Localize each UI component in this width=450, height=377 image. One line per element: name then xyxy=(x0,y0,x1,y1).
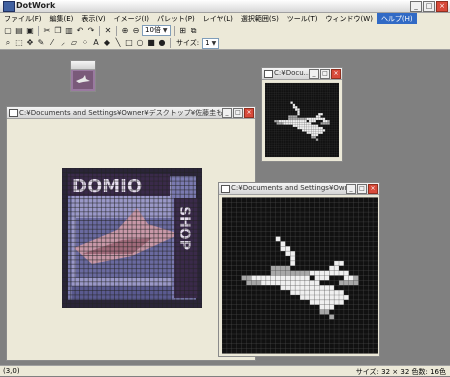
delete-icon[interactable]: ✕ xyxy=(103,26,113,36)
status-bar: (3,0) サイズ: 32 × 32 色数: 16色 xyxy=(0,365,450,376)
maximize-button[interactable]: □ xyxy=(320,69,330,79)
menu-image[interactable]: イメージ(I) xyxy=(110,13,153,24)
image-info: サイズ: 32 × 32 色数: 16色 xyxy=(355,368,446,376)
filled-rectangle-icon[interactable]: ■ xyxy=(146,38,156,48)
toolbar-separator xyxy=(170,38,171,48)
maximize-button[interactable]: □ xyxy=(357,184,367,194)
app-titlebar: DotWork _ □ × xyxy=(0,0,450,13)
main-canvas-area[interactable]: DOMIO SHOP xyxy=(10,120,252,357)
document-icon xyxy=(221,185,230,193)
spray-icon[interactable]: ⁘ xyxy=(80,38,90,48)
menu-file[interactable]: ファイル(F) xyxy=(0,13,46,24)
undo-icon[interactable]: ↶ xyxy=(75,26,85,36)
minimize-button[interactable]: _ xyxy=(346,184,356,194)
toolbar-separator xyxy=(116,25,117,36)
minimize-button[interactable]: _ xyxy=(309,69,319,79)
chevron-down-icon: ▼ xyxy=(211,39,217,47)
size-label: サイズ: xyxy=(176,39,200,47)
close-button[interactable]: × xyxy=(331,69,341,79)
line-icon[interactable]: ╲ xyxy=(113,38,123,48)
front-canvas-area[interactable] xyxy=(222,196,378,355)
app-icon xyxy=(3,1,15,12)
maximize-button[interactable]: □ xyxy=(233,108,243,118)
new-file-icon[interactable]: ▢ xyxy=(3,26,13,36)
cut-icon[interactable]: ✂ xyxy=(42,26,52,36)
redo-icon[interactable]: ↷ xyxy=(86,26,96,36)
menu-help[interactable]: ヘルプ(H) xyxy=(376,13,417,24)
toolbar-separator xyxy=(99,25,100,36)
eraser-icon[interactable]: ▱ xyxy=(69,38,79,48)
menu-window[interactable]: ウィンドウ(W) xyxy=(322,13,377,24)
thumbnail-window[interactable] xyxy=(70,60,96,92)
size-select[interactable]: 1 ▼ xyxy=(202,37,220,49)
small-image-window[interactable]: C:¥Docu... _ □ × xyxy=(261,67,343,162)
menu-selection[interactable]: 選択範囲(S) xyxy=(237,13,283,24)
zoom-select[interactable]: 10倍 ▼ xyxy=(142,25,171,36)
chevron-down-icon: ▼ xyxy=(162,27,168,34)
close-button[interactable]: × xyxy=(368,184,378,194)
app-title: DotWork xyxy=(16,1,56,10)
menu-view[interactable]: 表示(V) xyxy=(77,13,109,24)
thumbnail-titlebar[interactable] xyxy=(71,61,95,70)
fill-icon[interactable]: ◆ xyxy=(102,38,112,48)
small-window-titlebar[interactable]: C:¥Docu... _ □ × xyxy=(262,68,342,80)
document-icon xyxy=(264,70,273,78)
menu-tools[interactable]: ツール(T) xyxy=(283,13,322,24)
move-icon[interactable]: ✥ xyxy=(25,38,35,48)
zoom-in-icon[interactable]: ⊕ xyxy=(120,26,130,36)
front-pixel-canvas[interactable] xyxy=(222,196,378,355)
pencil-icon[interactable]: ✎ xyxy=(36,38,46,48)
text-icon[interactable]: A xyxy=(91,38,101,48)
main-toolbar: ▢ ▤ ▣ ✂ ❐ ▥ ↶ ↷ ✕ ⊕ ⊖ 10倍 ▼ ⊞ ⧉ xyxy=(0,24,450,37)
small-pixel-canvas[interactable] xyxy=(265,81,339,159)
grid-icon[interactable]: ⊞ xyxy=(178,26,188,36)
cursor-position: (3,0) xyxy=(3,367,20,375)
main-pixel-canvas[interactable]: DOMIO SHOP xyxy=(62,168,202,308)
magnifier-icon[interactable]: ⌕ xyxy=(3,38,13,48)
thumbnail-preview xyxy=(73,71,93,89)
small-canvas-area[interactable] xyxy=(265,81,339,158)
main-window-titlebar[interactable]: C:¥Documents and Settings¥Owner¥デスクトップ¥佐… xyxy=(7,107,255,119)
rectangle-icon[interactable]: □ xyxy=(124,38,134,48)
ellipse-icon[interactable]: ○ xyxy=(135,38,145,48)
close-button[interactable]: × xyxy=(244,108,254,118)
size-value: 1 xyxy=(205,38,210,47)
toolbar-separator xyxy=(173,25,175,36)
menu-layer[interactable]: レイヤ(L) xyxy=(199,13,237,24)
close-button[interactable]: × xyxy=(436,1,448,12)
zoom-value: 10倍 xyxy=(145,26,161,34)
open-folder-icon[interactable]: ▤ xyxy=(14,26,24,36)
tools-toolbar: ⌕ ⬚ ✥ ✎ ⁄ ⸝ ▱ ⁘ A ◆ ╲ □ ○ ■ ● サイズ: 1 ▼ xyxy=(0,37,450,50)
toolbar-separator xyxy=(38,25,39,36)
menu-bar: ファイル(F) 編集(E) 表示(V) イメージ(I) パレット(P) レイヤ(… xyxy=(0,13,450,24)
maximize-button[interactable]: □ xyxy=(423,1,435,12)
document-icon xyxy=(9,109,18,117)
menu-edit[interactable]: 編集(E) xyxy=(46,13,78,24)
front-window-title: C:¥Documents and Settings¥Own... xyxy=(231,184,349,192)
minimize-button[interactable]: _ xyxy=(410,1,422,12)
copy-icon[interactable]: ❐ xyxy=(53,26,63,36)
window-icon[interactable]: ⧉ xyxy=(189,26,199,36)
brush-icon[interactable]: ⁄ xyxy=(47,38,57,48)
front-window-titlebar[interactable]: C:¥Documents and Settings¥Own... _ □ × xyxy=(219,183,379,195)
menu-palette[interactable]: パレット(P) xyxy=(153,13,199,24)
paste-icon[interactable]: ▥ xyxy=(64,26,74,36)
select-rect-icon[interactable]: ⬚ xyxy=(14,38,24,48)
front-image-window[interactable]: C:¥Documents and Settings¥Own... _ □ × xyxy=(218,182,380,357)
zoom-out-icon[interactable]: ⊖ xyxy=(131,26,141,36)
main-window-title: C:¥Documents and Settings¥Owner¥デスクトップ¥佐… xyxy=(19,109,224,117)
eyedropper-icon[interactable]: ⸝ xyxy=(58,38,68,48)
filled-ellipse-icon[interactable]: ● xyxy=(157,38,167,48)
minimize-button[interactable]: _ xyxy=(222,108,232,118)
save-icon[interactable]: ▣ xyxy=(25,26,35,36)
